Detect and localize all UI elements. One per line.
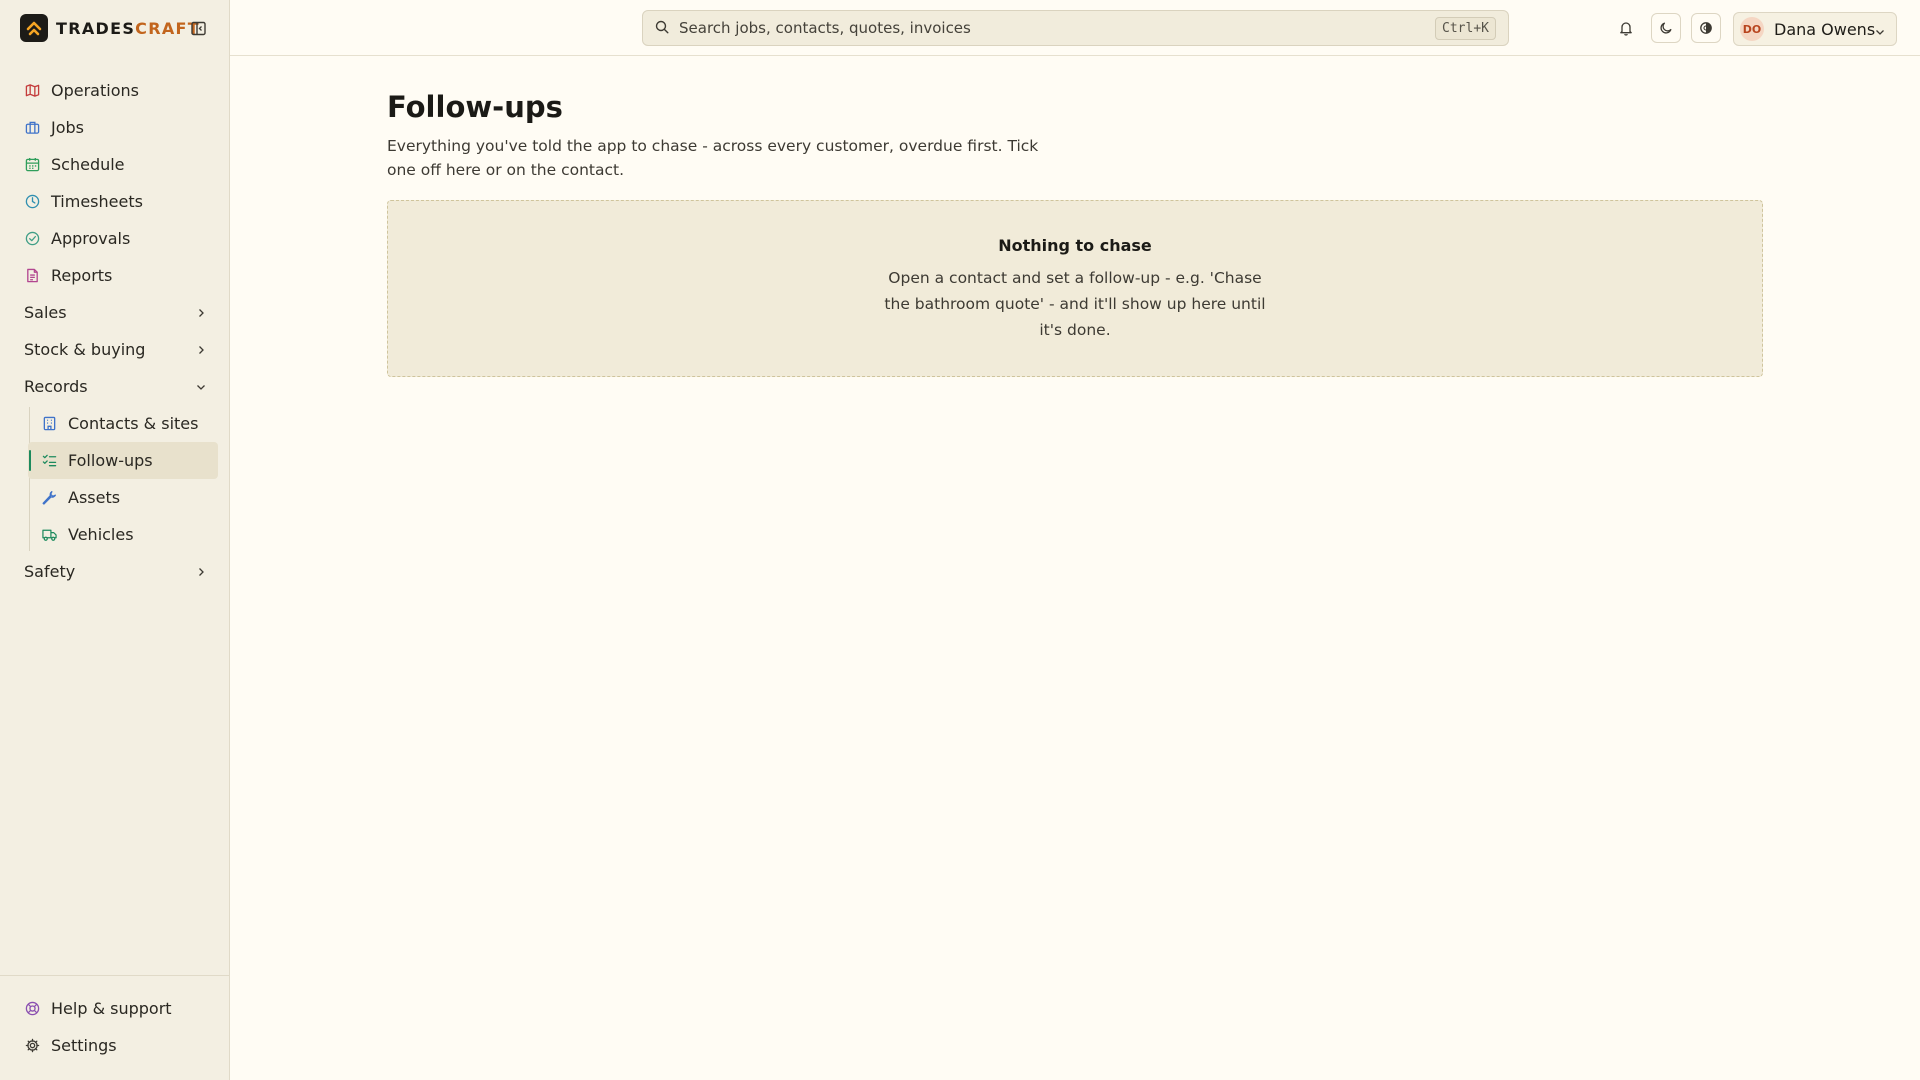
sidebar-group-label: Stock & buying bbox=[24, 340, 146, 359]
sidebar-item-label: Approvals bbox=[51, 229, 131, 248]
empty-state-panel: Nothing to chase Open a contact and set … bbox=[387, 200, 1763, 377]
document-icon bbox=[24, 268, 40, 284]
tradescraft-logo-icon bbox=[20, 14, 48, 42]
sidebar-item-schedule[interactable]: Schedule bbox=[0, 146, 230, 183]
records-submenu: Contacts & sites Follow-ups Assets Vehic… bbox=[0, 405, 230, 553]
sidebar-group-stock-buying[interactable]: Stock & buying bbox=[0, 331, 230, 368]
global-search[interactable]: Ctrl+K bbox=[642, 10, 1509, 46]
sidebar-group-label: Safety bbox=[24, 562, 76, 581]
user-name: Dana Owens bbox=[1774, 19, 1876, 39]
list-check-icon bbox=[41, 453, 57, 469]
sidebar-item-label: Assets bbox=[68, 488, 121, 507]
sidebar-item-vehicles[interactable]: Vehicles bbox=[0, 516, 230, 553]
empty-state-text: Open a contact and set a follow-up - e.g… bbox=[884, 269, 1266, 339]
check-circle-icon bbox=[24, 231, 40, 247]
chevron-down-icon bbox=[1874, 23, 1886, 42]
sidebar-group-records[interactable]: Records bbox=[0, 368, 230, 405]
sidebar-item-timesheets[interactable]: Timesheets bbox=[0, 183, 230, 220]
sidebar-item-label: Schedule bbox=[51, 155, 125, 174]
wrench-icon bbox=[41, 490, 57, 506]
chevron-down-icon bbox=[196, 377, 206, 396]
clock-icon bbox=[24, 194, 40, 210]
page-description: Everything you've told the app to chase … bbox=[387, 137, 1039, 179]
avatar: DO bbox=[1740, 17, 1764, 41]
sidebar-item-label: Timesheets bbox=[51, 192, 143, 211]
map-icon bbox=[24, 83, 40, 99]
briefcase-icon bbox=[24, 120, 40, 136]
building-icon bbox=[41, 416, 57, 432]
sidebar-item-operations[interactable]: Operations bbox=[0, 72, 230, 109]
sidebar-group-safety[interactable]: Safety bbox=[0, 553, 230, 590]
sidebar-item-label: Operations bbox=[51, 81, 139, 100]
sidebar-footer: Help & support Settings bbox=[0, 975, 230, 1064]
contrast-icon[interactable] bbox=[1691, 13, 1721, 43]
lifebuoy-icon bbox=[24, 1001, 40, 1017]
active-indicator bbox=[29, 450, 31, 471]
chevron-right-icon bbox=[196, 340, 206, 359]
sidebar-item-label: Follow-ups bbox=[68, 451, 153, 470]
sidebar-group-sales[interactable]: Sales bbox=[0, 294, 230, 331]
sidebar-item-label: Help & support bbox=[51, 999, 172, 1018]
truck-icon bbox=[41, 527, 57, 543]
dark-mode-moon-icon[interactable] bbox=[1651, 13, 1681, 43]
sidebar-item-label: Contacts & sites bbox=[68, 414, 199, 433]
top-header: Ctrl+K DO Dana Owens bbox=[230, 0, 1920, 56]
chevron-right-icon bbox=[196, 562, 206, 581]
page-title: Follow-ups bbox=[387, 90, 563, 124]
notifications-bell-icon[interactable] bbox=[1611, 13, 1641, 43]
sidebar: TRADESCRAFT Operations Jobs Schedule Tim… bbox=[0, 0, 230, 1080]
main-content: Follow-ups Everything you've told the ap… bbox=[387, 56, 1763, 377]
sidebar-item-contacts-sites[interactable]: Contacts & sites bbox=[0, 405, 230, 442]
sidebar-item-label: Reports bbox=[51, 266, 113, 285]
sidebar-item-jobs[interactable]: Jobs bbox=[0, 109, 230, 146]
empty-state-title: Nothing to chase bbox=[998, 236, 1152, 255]
calendar-icon bbox=[24, 157, 40, 173]
sidebar-item-label: Settings bbox=[51, 1036, 117, 1055]
sidebar-item-reports[interactable]: Reports bbox=[0, 257, 230, 294]
sidebar-item-help-support[interactable]: Help & support bbox=[0, 990, 230, 1027]
sidebar-item-approvals[interactable]: Approvals bbox=[0, 220, 230, 257]
sidebar-item-assets[interactable]: Assets bbox=[0, 479, 230, 516]
chevron-right-icon bbox=[196, 303, 206, 322]
sidebar-item-follow-ups[interactable]: Follow-ups bbox=[28, 442, 218, 479]
brand[interactable]: TRADESCRAFT bbox=[20, 14, 200, 42]
sidebar-nav: Operations Jobs Schedule Timesheets Appr… bbox=[0, 72, 230, 590]
sidebar-item-label: Jobs bbox=[51, 118, 84, 137]
sidebar-group-label: Records bbox=[24, 377, 88, 396]
gear-icon bbox=[24, 1038, 40, 1054]
search-input[interactable] bbox=[679, 19, 1419, 37]
sidebar-item-label: Vehicles bbox=[68, 525, 134, 544]
sidebar-collapse-icon[interactable] bbox=[189, 19, 207, 37]
sidebar-group-label: Sales bbox=[24, 303, 67, 322]
user-menu-button[interactable]: DO Dana Owens bbox=[1733, 12, 1897, 46]
brand-name: TRADESCRAFT bbox=[56, 18, 200, 38]
sidebar-item-settings[interactable]: Settings bbox=[0, 1027, 230, 1064]
search-icon bbox=[655, 19, 669, 38]
search-shortcut-badge: Ctrl+K bbox=[1435, 17, 1496, 40]
